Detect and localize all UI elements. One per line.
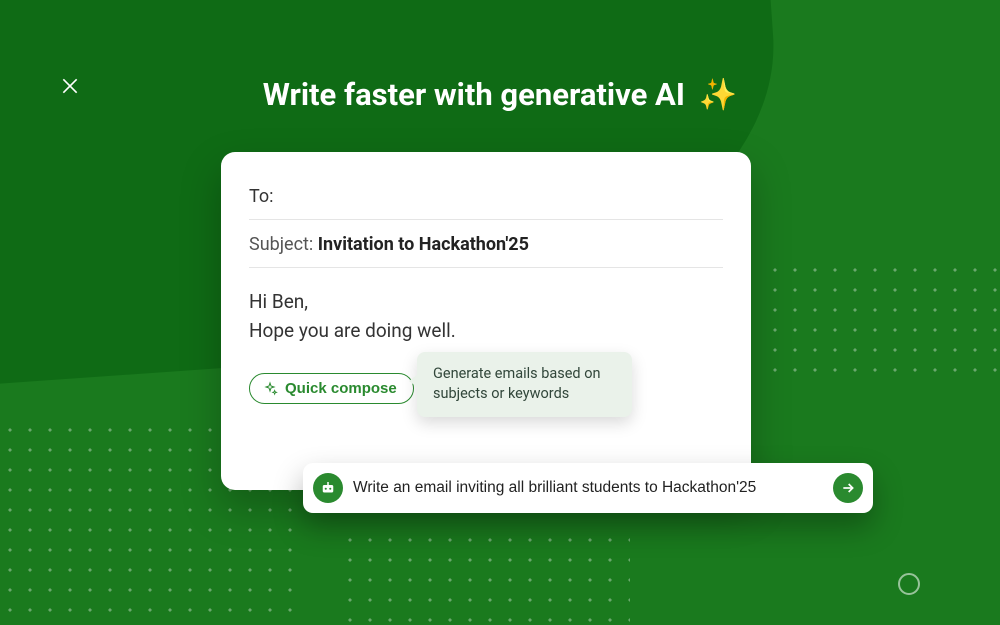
quick-compose-button[interactable]: Quick compose [249, 373, 414, 404]
subject-field[interactable]: Subject: Invitation to Hackathon'25 [249, 220, 723, 268]
feature-hero: Write faster with generative AI ✨ To: Su… [0, 0, 1000, 625]
dot-pattern [340, 530, 630, 625]
ai-prompt-bar [303, 463, 873, 513]
quick-compose-label: Quick compose [285, 380, 397, 397]
dot-pattern [765, 260, 1000, 375]
to-field[interactable]: To: [249, 176, 723, 220]
compose-card: To: Subject: Invitation to Hackathon'25 … [221, 152, 751, 490]
sparkle-icon [262, 381, 278, 397]
subject-label: Subject: [249, 234, 313, 255]
to-label: To: [249, 186, 274, 207]
bot-avatar [313, 473, 343, 503]
ring-decoration [898, 573, 920, 595]
arrow-right-icon [840, 480, 856, 496]
tooltip-text: Generate emails based on subjects or key… [433, 365, 601, 402]
send-button[interactable] [833, 473, 863, 503]
headline-text: Write faster with generative AI [263, 76, 685, 113]
bot-icon [319, 479, 337, 497]
quick-compose-tooltip: Generate emails based on subjects or key… [417, 352, 632, 417]
email-body[interactable]: Hi Ben, Hope you are doing well. [249, 268, 723, 345]
page-title: Write faster with generative AI ✨ [0, 76, 1000, 113]
sparkle-icon: ✨ [699, 76, 738, 113]
ai-prompt-input[interactable] [353, 479, 823, 497]
subject-value: Invitation to Hackathon'25 [318, 234, 529, 255]
